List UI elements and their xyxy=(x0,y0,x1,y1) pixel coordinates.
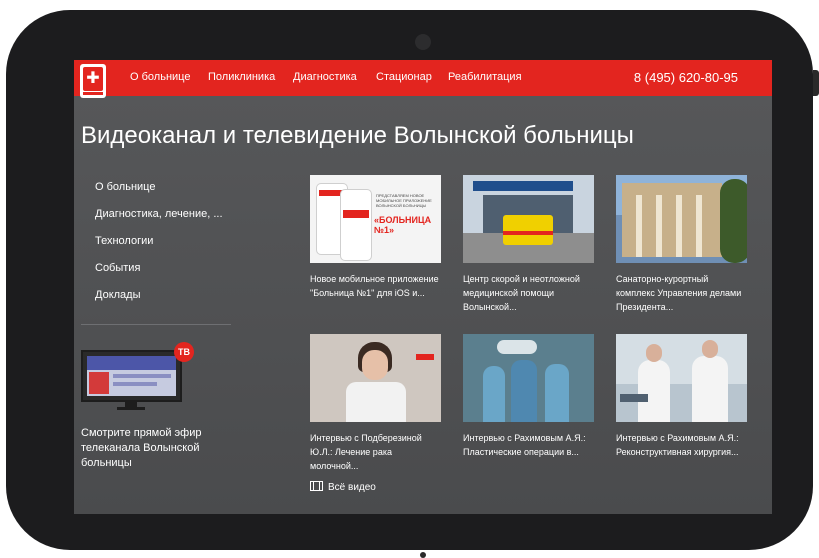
doctor-head xyxy=(646,344,662,362)
sidebar-item-technologies[interactable]: Технологии xyxy=(95,235,153,247)
column xyxy=(636,195,642,257)
column xyxy=(696,195,702,257)
person-face xyxy=(362,350,388,380)
video-card[interactable]: Санаторно-курортный комплекс Управления … xyxy=(616,175,747,314)
video-caption[interactable]: Санаторно-курортный комплекс Управления … xyxy=(616,272,747,314)
sidebar-item-reports[interactable]: Доклады xyxy=(95,289,141,301)
video-card[interactable]: Интервью с Рахимовым А.Я.: Реконструктив… xyxy=(616,334,747,459)
sidebar-item-diagnostics[interactable]: Диагностика, лечение, ... xyxy=(95,208,223,220)
video-card[interactable]: Центр скорой и неотложной медицинской по… xyxy=(463,175,594,314)
tv-screen xyxy=(81,350,182,402)
surgeon-figure xyxy=(483,366,505,422)
top-navbar: ✚ О больнице Поликлиника Диагностика Ста… xyxy=(74,60,772,98)
nav-item-polyclinic[interactable]: Поликлиника xyxy=(208,71,275,83)
video-card[interactable]: Интервью с Рахимовым А.Я.: Пластические … xyxy=(463,334,594,459)
sidebar-item-events[interactable]: События xyxy=(95,262,140,274)
nav-item-diagnostics[interactable]: Диагностика xyxy=(293,71,357,83)
video-caption[interactable]: Интервью с Подберезиной Ю.Л.: Лечение ра… xyxy=(310,431,441,473)
live-stream-link[interactable]: Смотрите прямой эфир телеканала Волынско… xyxy=(81,426,221,471)
building-sign xyxy=(473,181,573,191)
screen: ✚ О больнице Поликлиника Диагностика Ста… xyxy=(74,60,772,514)
page-title: Видеоканал и телевидение Волынской больн… xyxy=(81,122,634,149)
video-caption[interactable]: Новое мобильное приложение "Больница №1"… xyxy=(310,272,441,300)
nav-item-about[interactable]: О больнице xyxy=(130,71,190,83)
tv-text-strip xyxy=(113,374,171,378)
promo-text: ПРЕДСТАВЛЯЕМ НОВОЕ МОБИЛЬНОЕ ПРИЛОЖЕНИЕ … xyxy=(376,193,432,208)
video-thumbnail[interactable] xyxy=(616,334,747,422)
tablet-camera xyxy=(415,34,431,50)
video-caption[interactable]: Интервью с Рахимовым А.Я.: Реконструктив… xyxy=(616,431,747,459)
column xyxy=(656,195,662,257)
doctor-figure xyxy=(638,360,670,422)
cross-icon: ✚ xyxy=(83,67,103,91)
doctor-head xyxy=(702,340,718,358)
tv-text-strip xyxy=(113,382,157,386)
ambulance-van xyxy=(503,215,553,245)
tablet-side-button xyxy=(813,70,819,96)
name-caption-bar xyxy=(620,394,648,402)
doctor-coat xyxy=(346,382,406,422)
phone-mockup xyxy=(340,189,372,261)
surgeon-figure xyxy=(545,364,569,422)
video-thumbnail[interactable] xyxy=(463,175,594,263)
video-card[interactable]: ПРЕДСТАВЛЯЕМ НОВОЕ МОБИЛЬНОЕ ПРИЛОЖЕНИЕ … xyxy=(310,175,441,300)
all-videos-label[interactable]: Всё видео xyxy=(328,482,376,493)
wall-sign xyxy=(416,354,434,360)
sidebar-item-about[interactable]: О больнице xyxy=(95,181,155,193)
tv-base xyxy=(117,407,145,410)
column xyxy=(676,195,682,257)
phone-button xyxy=(343,210,369,218)
all-videos-link[interactable]: Всё видео xyxy=(310,481,376,493)
video-caption[interactable]: Интервью с Рахимовым А.Я.: Пластические … xyxy=(463,431,594,459)
video-thumbnail[interactable] xyxy=(310,334,441,422)
surgical-lamp xyxy=(497,340,537,354)
video-card[interactable]: Интервью с Подберезиной Ю.Л.: Лечение ра… xyxy=(310,334,441,473)
video-thumbnail[interactable]: ПРЕДСТАВЛЯЕМ НОВОЕ МОБИЛЬНОЕ ПРИЛОЖЕНИЕ … xyxy=(310,175,441,263)
logo-ribbon xyxy=(83,92,103,95)
live-tv-thumbnail[interactable] xyxy=(81,350,182,410)
nav-item-hospital[interactable]: Стационар xyxy=(376,71,432,83)
nav-item-rehabilitation[interactable]: Реабилитация xyxy=(448,71,522,83)
tv-header-band xyxy=(87,356,176,370)
video-caption[interactable]: Центр скорой и неотложной медицинской по… xyxy=(463,272,594,314)
video-thumbnail[interactable] xyxy=(463,334,594,422)
phone-number[interactable]: 8 (495) 620-80-95 xyxy=(634,70,738,85)
tv-content xyxy=(87,356,176,396)
sidebar-divider xyxy=(81,324,231,325)
surgeon-figure xyxy=(511,360,537,422)
video-thumbnail[interactable] xyxy=(616,175,747,263)
film-icon xyxy=(310,481,323,491)
ambulance-stripe xyxy=(503,231,553,235)
hospital-logo[interactable]: ✚ xyxy=(80,64,106,98)
tree xyxy=(720,179,747,263)
tablet-home-dot xyxy=(420,552,426,558)
promo-title: «БОЛЬНИЦА №1» xyxy=(374,215,432,235)
tv-red-box xyxy=(89,372,109,394)
tv-badge: ТВ xyxy=(174,342,194,362)
doctor-figure xyxy=(692,356,728,422)
